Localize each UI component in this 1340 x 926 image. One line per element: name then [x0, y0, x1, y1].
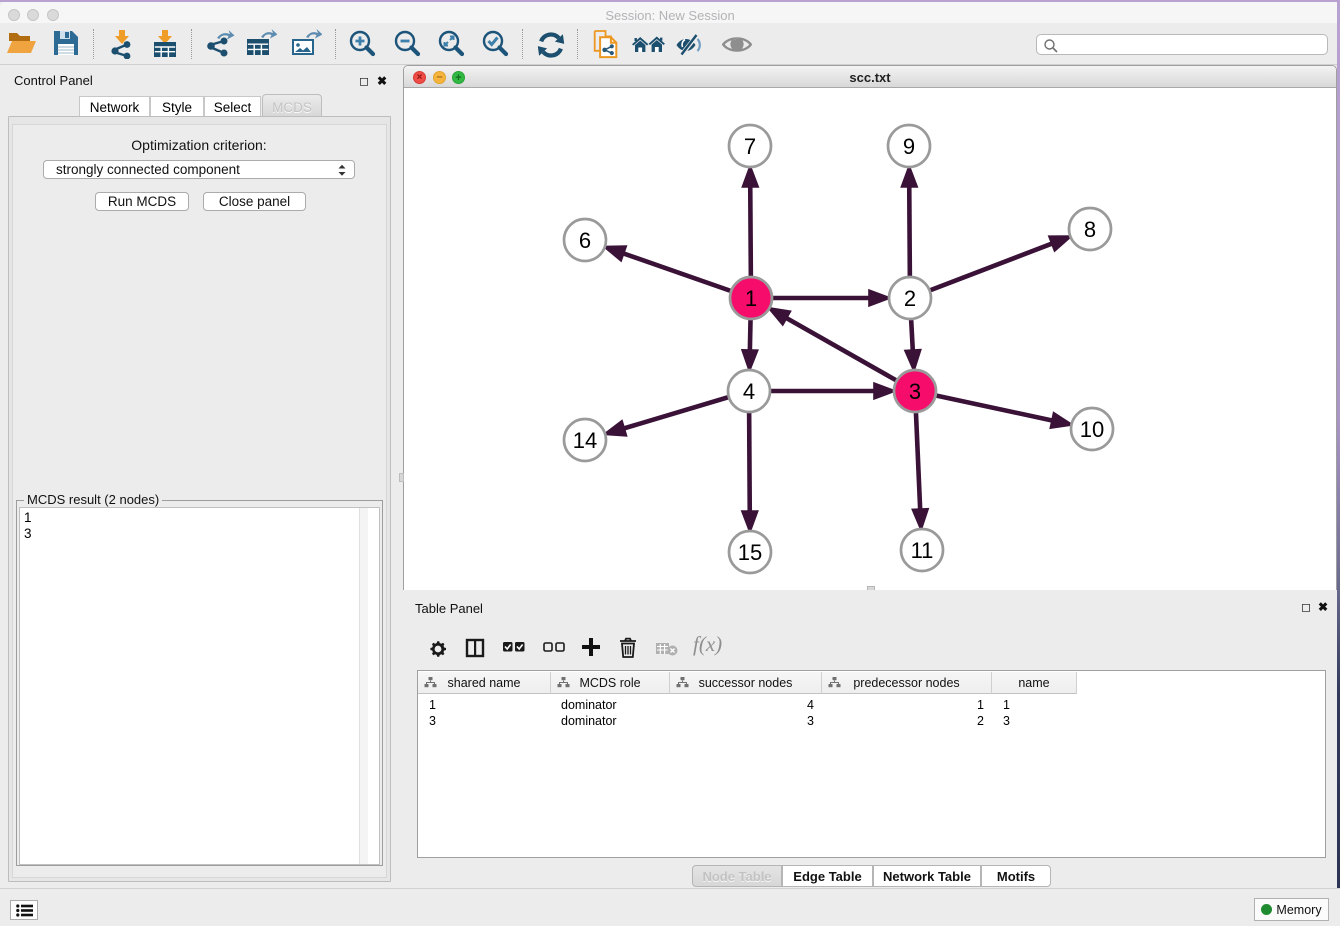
svg-text:6: 6: [579, 228, 591, 253]
svg-text:7: 7: [744, 134, 756, 159]
svg-text:14: 14: [573, 428, 597, 453]
svg-text:4: 4: [743, 379, 755, 404]
svg-text:11: 11: [911, 538, 934, 563]
svg-text:8: 8: [1084, 217, 1096, 242]
svg-text:9: 9: [903, 134, 915, 159]
svg-text:2: 2: [904, 286, 916, 311]
svg-text:10: 10: [1080, 417, 1104, 442]
svg-text:3: 3: [909, 379, 921, 404]
svg-text:15: 15: [738, 540, 762, 565]
svg-text:1: 1: [745, 286, 757, 311]
